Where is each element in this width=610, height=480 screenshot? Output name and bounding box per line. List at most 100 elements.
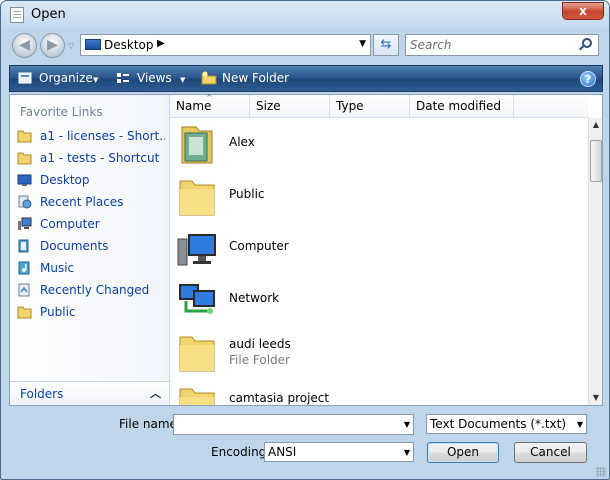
encoding-label: Encoding:	[211, 445, 271, 459]
documents-icon	[18, 239, 29, 253]
recent-pages-dropdown-icon[interactable]: ▽	[68, 41, 74, 50]
open-dialog: Open x ◀ ▶ ▽ Desktop ▶ ▼ ⇆ Search Organi…	[0, 0, 610, 480]
list-item[interactable]: Public	[176, 171, 576, 223]
recently-changed-icon	[18, 283, 30, 297]
new-folder-icon	[201, 71, 217, 85]
column-header-filler	[514, 95, 588, 118]
list-item[interactable]: Computer	[176, 223, 576, 275]
column-header-label: Date modified	[416, 99, 502, 113]
folder-icon	[179, 180, 215, 216]
resize-grip-icon[interactable]	[596, 467, 606, 477]
address-text: Desktop	[104, 38, 154, 52]
sidebar-item-label: Recently Changed	[40, 283, 150, 297]
search-placeholder: Search	[410, 38, 452, 52]
column-header-size[interactable]: Size	[250, 95, 330, 118]
sidebar-item-recently-changed[interactable]: Recently Changed	[15, 281, 165, 301]
scrollbar-thumb[interactable]	[590, 140, 602, 182]
sidebar-item-label: Desktop	[40, 173, 90, 187]
list-item[interactable]: audi leeds File Folder	[176, 327, 576, 379]
window-title: Open	[31, 7, 66, 22]
desktop-icon	[85, 39, 101, 50]
scroll-down-icon[interactable]: ▼	[589, 391, 603, 405]
file-type-value: Text Documents (*.txt)	[430, 417, 567, 431]
organize-button[interactable]: Organize	[39, 71, 93, 85]
sidebar-item-a1-licenses[interactable]: a1 - licenses - Short...	[15, 127, 165, 147]
list-item[interactable]: Network	[176, 275, 576, 327]
sidebar-item-recent-places[interactable]: Recent Places	[15, 193, 165, 213]
sidebar-item-label: Computer	[40, 217, 100, 231]
encoding-value: ANSI	[268, 445, 297, 459]
views-icon	[117, 73, 129, 83]
sidebar-item-computer[interactable]: Computer	[15, 215, 165, 235]
file-name-dropdown-icon[interactable]: ▼	[404, 420, 410, 429]
folder-shortcut-icon	[17, 130, 32, 143]
organize-dropdown-icon[interactable]: ▼	[93, 76, 98, 84]
sidebar-item-documents[interactable]: Documents	[15, 237, 165, 257]
column-header-type[interactable]: Type	[330, 95, 410, 118]
file-name-field[interactable]: ▼	[173, 414, 414, 435]
cancel-button[interactable]: Cancel	[514, 442, 587, 463]
list-item[interactable]: camtasia project	[176, 379, 576, 405]
help-icon[interactable]: ?	[580, 71, 596, 87]
sidebar-item-label: Music	[40, 261, 75, 275]
address-bar[interactable]: Desktop ▶ ▼	[80, 34, 371, 56]
sidebar-item-label: Documents	[40, 239, 109, 253]
refresh-button[interactable]: ⇆	[373, 34, 399, 56]
music-icon	[18, 261, 30, 275]
computer-icon	[18, 217, 32, 230]
vertical-scrollbar[interactable]: ▲ ▼	[588, 118, 602, 405]
file-name-label: File name:	[119, 417, 181, 431]
file-name: Computer	[229, 239, 289, 253]
address-dropdown-icon[interactable]: ▼	[359, 39, 366, 49]
sidebar-item-music[interactable]: Music	[15, 259, 165, 279]
sidebar-item-a1-tests[interactable]: a1 - tests - Shortcut	[15, 149, 165, 169]
browser-pane: Favorite Links a1 - licenses - Short... …	[9, 93, 603, 406]
folder-icon	[17, 306, 32, 319]
scroll-up-icon[interactable]: ▲	[589, 118, 603, 132]
column-header-name[interactable]: Name ^	[170, 93, 250, 118]
navigation-bar: ◀ ▶ ▽ Desktop ▶ ▼ ⇆ Search	[1, 29, 609, 63]
file-name: Network	[229, 291, 280, 305]
open-button[interactable]: Open	[427, 442, 499, 463]
sidebar-item-label: Recent Places	[40, 195, 124, 209]
chevron-down-icon[interactable]: ▼	[577, 420, 583, 429]
encoding-select[interactable]: ANSI ▼	[264, 442, 414, 462]
breadcrumb-separator-icon[interactable]: ▶	[157, 38, 165, 49]
back-button[interactable]: ◀	[12, 33, 37, 58]
search-icon[interactable]	[582, 38, 592, 48]
desktop-icon	[17, 174, 32, 186]
network-icon	[179, 284, 215, 314]
views-dropdown-icon[interactable]: ▼	[180, 76, 185, 84]
close-button[interactable]: x	[562, 2, 604, 20]
sidebar-item-label: a1 - tests - Shortcut	[40, 151, 160, 165]
sort-ascending-icon: ^	[206, 93, 213, 102]
views-button[interactable]: Views	[137, 71, 172, 85]
file-name: camtasia project	[229, 391, 330, 405]
file-type-select[interactable]: Text Documents (*.txt) ▼	[426, 414, 587, 434]
chevron-down-icon[interactable]: ▼	[404, 448, 410, 457]
file-name: audi leeds	[229, 337, 291, 351]
dialog-footer: File name: ▼ Text Documents (*.txt) ▼ En…	[1, 406, 609, 479]
folder-icon	[179, 336, 215, 372]
file-name: Public	[229, 187, 265, 201]
sidebar-item-desktop[interactable]: Desktop	[15, 171, 165, 191]
folders-label: Folders	[20, 387, 64, 401]
forward-button[interactable]: ▶	[40, 33, 65, 58]
file-list: Name ^ Size Type Date modified Alex Publ…	[170, 93, 602, 405]
file-type-label: File Folder	[229, 353, 290, 367]
title-bar: Open x	[1, 1, 609, 29]
folder-shortcut-icon	[17, 152, 32, 165]
command-toolbar: Organize ▼ Views ▼ New Folder ?	[9, 65, 603, 92]
column-header-label: Size	[256, 99, 281, 113]
new-folder-button[interactable]: New Folder	[222, 71, 289, 85]
sidebar-item-label: Public	[40, 305, 76, 319]
chevron-up-icon[interactable]: ︿	[150, 385, 161, 401]
folders-toggle[interactable]: Folders ︿	[10, 381, 169, 405]
user-folder-icon	[181, 126, 213, 164]
organize-icon	[18, 72, 32, 84]
sidebar-item-public[interactable]: Public	[15, 303, 165, 323]
list-item[interactable]: Alex	[176, 119, 576, 171]
folder-icon	[179, 388, 215, 405]
search-input[interactable]: Search	[405, 34, 599, 56]
column-header-date-modified[interactable]: Date modified	[410, 95, 514, 118]
